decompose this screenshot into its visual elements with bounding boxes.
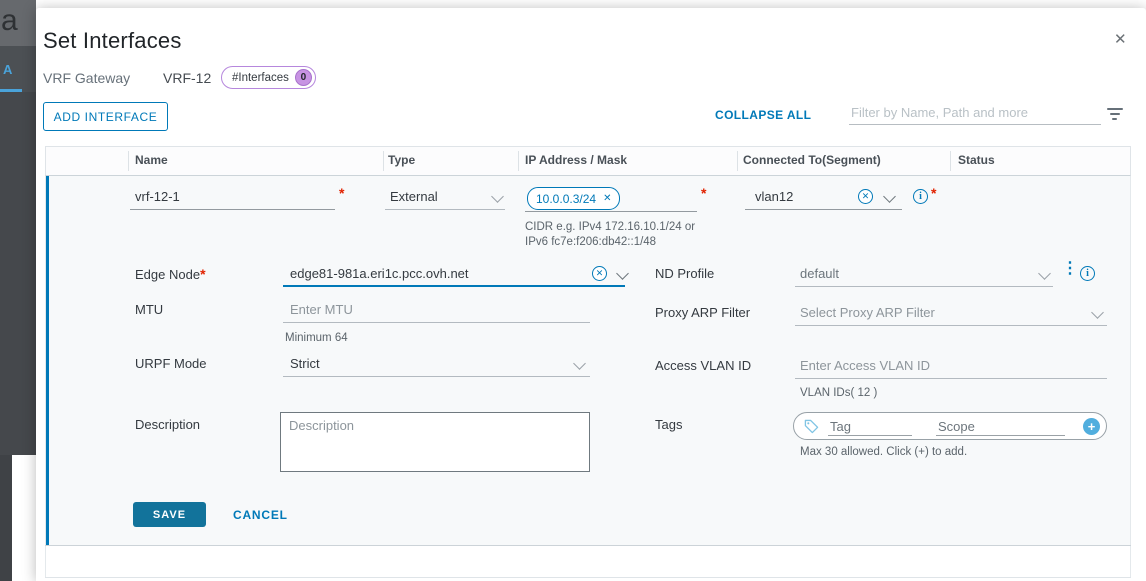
tags-entry-row bbox=[793, 412, 1107, 440]
edge-node-label: Edge Node* bbox=[135, 266, 206, 282]
segment-required-marker: * bbox=[931, 185, 936, 201]
filter-input[interactable] bbox=[849, 101, 1105, 124]
ip-chip-value: 10.0.0.3/24 bbox=[536, 192, 596, 206]
background-dark-panel bbox=[0, 92, 36, 455]
segment-underline bbox=[745, 209, 902, 210]
ip-required-marker: * bbox=[701, 185, 706, 201]
filter-icon[interactable] bbox=[1106, 108, 1124, 122]
nd-profile-label: ND Profile bbox=[655, 266, 714, 281]
cancel-button[interactable]: CANCEL bbox=[233, 508, 288, 522]
mtu-underline bbox=[283, 322, 590, 323]
form-bottom-border bbox=[45, 545, 1131, 546]
interfaces-badge-label: #Interfaces bbox=[232, 72, 289, 84]
breadcrumb-gateway-type: VRF Gateway bbox=[43, 70, 130, 86]
nd-profile-menu-icon[interactable] bbox=[1062, 264, 1078, 274]
nd-profile-info-icon[interactable] bbox=[1080, 266, 1095, 281]
segment-info-icon[interactable] bbox=[913, 189, 928, 204]
description-field bbox=[280, 412, 590, 472]
edge-node-focus-underline bbox=[283, 285, 625, 287]
save-button[interactable]: SAVE bbox=[133, 502, 206, 527]
name-required-marker: * bbox=[339, 185, 344, 201]
background-tab-text: A bbox=[3, 62, 12, 77]
urpf-mode-label: URPF Mode bbox=[135, 356, 207, 371]
mtu-label: MTU bbox=[135, 302, 163, 317]
name-underline bbox=[130, 209, 335, 210]
urpf-underline bbox=[283, 376, 590, 377]
edge-node-required-marker: * bbox=[200, 266, 205, 282]
column-separator bbox=[128, 151, 129, 171]
column-header-name: Name bbox=[135, 153, 168, 167]
tag-icon bbox=[804, 419, 819, 434]
collapse-all-link[interactable]: COLLAPSE ALL bbox=[715, 108, 811, 122]
connected-segment-value[interactable]: vlan12 bbox=[755, 189, 793, 204]
mtu-input[interactable]: Enter MTU bbox=[290, 302, 353, 317]
proxy-arp-underline bbox=[795, 325, 1107, 326]
table-left-border bbox=[45, 176, 46, 577]
access-vlan-helper: VLAN IDs( 12 ) bbox=[800, 386, 877, 401]
cidr-helper-line2: IPv6 fc7e:f206:db42::1/48 bbox=[525, 235, 656, 250]
column-header-connected: Connected To(Segment) bbox=[743, 153, 881, 167]
access-vlan-label: Access VLAN ID bbox=[655, 358, 751, 373]
interface-name-value[interactable]: vrf-12-1 bbox=[135, 189, 180, 204]
type-underline bbox=[385, 209, 505, 210]
column-separator bbox=[383, 151, 384, 171]
ip-underline bbox=[525, 211, 697, 212]
add-interface-button[interactable]: ADD INTERFACE bbox=[43, 102, 168, 131]
background-page-tab-fragment: A bbox=[0, 46, 36, 92]
access-vlan-underline bbox=[795, 378, 1107, 379]
cidr-helper-line1: CIDR e.g. IPv4 172.16.10.1/24 or bbox=[525, 220, 695, 235]
type-select-value[interactable]: External bbox=[390, 189, 438, 204]
column-header-ip: IP Address / Mask bbox=[525, 153, 627, 167]
ip-chip-remove-icon[interactable] bbox=[603, 193, 611, 204]
urpf-mode-value[interactable]: Strict bbox=[290, 356, 320, 371]
scope-input[interactable] bbox=[936, 417, 1065, 436]
dialog-title: Set Interfaces bbox=[43, 28, 182, 54]
tags-label: Tags bbox=[655, 417, 682, 432]
access-vlan-input[interactable]: Enter Access VLAN ID bbox=[800, 358, 930, 373]
interfaces-badge-count: 0 bbox=[295, 69, 312, 86]
tags-helper: Max 30 allowed. Click (+) to add. bbox=[800, 445, 967, 460]
interfaces-count-badge: #Interfaces 0 bbox=[221, 66, 316, 89]
proxy-arp-label: Proxy ARP Filter bbox=[655, 305, 750, 320]
close-icon[interactable]: ✕ bbox=[1114, 30, 1127, 48]
background-sidebar-strip bbox=[0, 455, 12, 581]
edge-node-value[interactable]: edge81-981a.eri1c.pcc.ovh.net bbox=[290, 266, 469, 281]
segment-clear-icon[interactable] bbox=[858, 189, 873, 204]
edge-node-clear-icon[interactable] bbox=[592, 266, 607, 281]
column-separator bbox=[737, 151, 738, 171]
proxy-arp-select[interactable]: Select Proxy ARP Filter bbox=[800, 305, 935, 320]
nd-profile-underline bbox=[795, 286, 1053, 287]
add-tag-icon[interactable] bbox=[1083, 418, 1100, 435]
column-header-type: Type bbox=[388, 153, 415, 167]
tag-input[interactable] bbox=[828, 417, 912, 436]
background-page-heading-fragment: a bbox=[0, 0, 36, 46]
description-textarea[interactable] bbox=[280, 412, 590, 472]
breadcrumb-gateway-name: VRF-12 bbox=[163, 70, 211, 86]
nsx-set-interfaces-screen: a A ✕ Set Interfaces VRF Gateway VRF-12 … bbox=[0, 0, 1146, 581]
table-bottom-border bbox=[45, 577, 1131, 578]
filter-field bbox=[849, 101, 1101, 125]
column-header-status: Status bbox=[958, 153, 995, 167]
edge-node-label-text: Edge Node bbox=[135, 267, 200, 282]
background-heading-text: a bbox=[1, 4, 18, 38]
column-separator bbox=[950, 151, 951, 171]
nd-profile-value[interactable]: default bbox=[800, 266, 839, 281]
column-separator bbox=[518, 151, 519, 171]
ip-address-chip: 10.0.0.3/24 bbox=[527, 187, 620, 210]
mtu-helper: Minimum 64 bbox=[285, 331, 348, 346]
table-right-border bbox=[1130, 176, 1131, 577]
description-label: Description bbox=[135, 417, 200, 432]
